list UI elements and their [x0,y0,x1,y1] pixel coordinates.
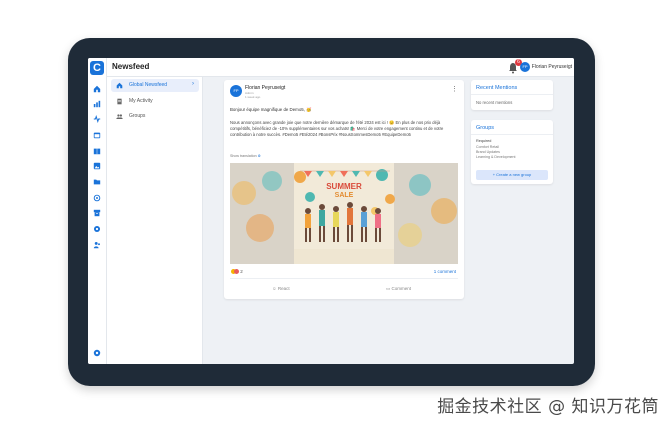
tablet-frame: C Newsfeed 6 FP Florian Peyruseigt Globa… [68,38,595,386]
icon-rail: C [88,58,107,364]
image-icon[interactable] [92,161,102,171]
sidebar-item-my-activity[interactable]: My Activity [111,95,199,108]
required-label: Required [476,139,492,143]
post-image[interactable]: SUMMER SALE [230,163,458,264]
comment-icon: ▭ [386,286,391,291]
sidebar-item-label: Groups [129,113,146,119]
heart-reaction-icon [234,269,239,275]
archive-icon[interactable] [92,208,102,218]
card-divider [471,134,553,135]
comment-button[interactable]: ▭ Comment [386,286,411,292]
show-translation-link[interactable]: Show translation ⚙ [230,154,261,158]
card-divider [471,94,553,95]
user-name[interactable]: Florian Peyruseigt [532,64,572,70]
group-item[interactable]: Brand Updates [476,150,500,154]
group-item[interactable]: Comfort Retail [476,145,499,149]
sidebar-nav: Global Newsfeed › My Activity Groups [107,77,203,364]
folder-icon[interactable] [92,177,102,187]
recent-mentions-card: Recent Mentions No recent mentions [471,80,553,110]
top-header: Newsfeed 6 FP Florian Peyruseigt [107,58,574,77]
user-avatar[interactable]: FP [520,62,530,72]
sidebar-item-groups[interactable]: Groups [111,110,199,123]
reaction-summary[interactable]: 2 [231,269,243,275]
recent-mentions-title: Recent Mentions [476,85,518,91]
comment-label: Comment [391,286,412,291]
app-logo[interactable]: C [90,61,104,75]
comment-count-link[interactable]: 1 comment [434,269,456,274]
document-icon [117,98,122,105]
groups-card: Groups Required Comfort Retail Brand Upd… [471,120,553,184]
activity-icon[interactable] [92,114,102,124]
reaction-count: 2 [240,269,243,274]
more-options-icon[interactable]: ⋮ [451,85,458,93]
image-text-line2: SALE [335,192,354,199]
sidebar-item-global-newsfeed[interactable]: Global Newsfeed › [111,79,199,92]
home-icon[interactable] [92,84,102,94]
react-label: React [277,286,290,291]
group-icon [116,114,123,119]
page-title: Newsfeed [112,62,150,71]
chart-icon[interactable] [92,99,102,109]
post-card: FP Florian Peyruseigt Admin 1 week ago ⋮… [224,80,464,299]
help-icon[interactable] [92,348,102,358]
calendar-icon[interactable] [92,130,102,140]
post-divider [230,278,458,279]
sidebar-item-label: My Activity [129,98,153,104]
settings-icon[interactable] [92,224,102,234]
group-item[interactable]: Learning & Development [476,155,516,159]
smile-icon: ☺ [272,286,277,291]
post-body: Nous annonçons avec grande joie que notr… [230,120,444,137]
post-greeting: Bonjour équipe magnifique de Demo5, 🥳 [230,107,312,112]
stage: C Newsfeed 6 FP Florian Peyruseigt Globa… [0,0,671,427]
groups-title: Groups [476,125,495,131]
book-icon[interactable] [92,146,102,156]
people-icon[interactable] [92,240,102,250]
recent-mentions-empty: No recent mentions [476,100,513,105]
home-icon [116,82,123,89]
sidebar-item-label: Global Newsfeed [129,82,168,88]
create-group-button[interactable]: + Create a new group [476,170,548,180]
post-timestamp: 1 week ago [245,95,261,99]
translate-label: Show translation [230,154,257,158]
chevron-right-icon: › [192,81,194,87]
watermark: 掘金技术社区 @ 知识万花筒 [437,397,659,417]
react-button[interactable]: ☺ React [272,286,290,291]
image-text-line1: SUMMER [326,182,362,191]
author-avatar[interactable]: FP [230,85,242,97]
app-screen: C Newsfeed 6 FP Florian Peyruseigt Globa… [88,58,574,364]
target-icon[interactable] [92,193,102,203]
gear-icon: ⚙ [257,154,261,158]
